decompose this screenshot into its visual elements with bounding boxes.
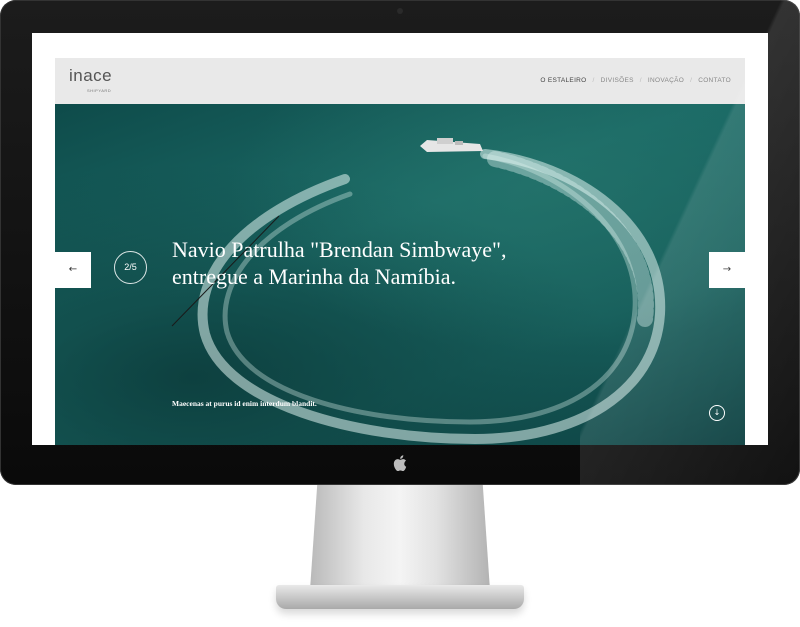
main-nav: O ESTALEIRO / DIVISÕES / INOVAÇÃO / CONT… [540,77,731,84]
slide-caption: Maecenas at purus id enim interdum bland… [172,399,317,408]
arrow-down-circle-icon: ↓ [713,408,721,417]
apple-logo-icon [391,455,409,473]
camera-dot [397,8,403,14]
monitor-bezel: inace SHIPYARD O ESTALEIRO / DIVISÕES / … [0,0,800,485]
site-header: inace SHIPYARD O ESTALEIRO / DIVISÕES / … [55,58,745,104]
slide-headline-line1: Navio Patrulha "Brendan Simbwaye", [172,237,507,262]
site-logo-subtitle: SHIPYARD [87,88,112,93]
nav-separator: / [592,77,595,84]
arrow-right-icon: → [722,264,732,275]
slide-headline-line2: entregue a Marinha da Namíbia. [172,264,457,289]
nav-separator: / [690,77,693,84]
nav-item-inovacao[interactable]: INOVAÇÃO [648,77,684,84]
slide-counter: 2/5 [114,251,147,284]
nav-item-o-estaleiro[interactable]: O ESTALEIRO [540,77,586,84]
hero-slider: 2/5 Navio Patrulha "Brendan Simbwaye", e… [55,104,745,445]
nav-item-divisoes[interactable]: DIVISÕES [601,77,634,84]
scroll-down-button[interactable]: ↓ [709,405,725,421]
monitor-stand-base [276,585,524,609]
monitor-mockup: inace SHIPYARD O ESTALEIRO / DIVISÕES / … [0,0,800,627]
next-slide-button[interactable]: → [709,252,745,288]
monitor-stand-neck [310,485,490,590]
site-logo[interactable]: inace [69,67,112,85]
prev-slide-button[interactable]: ← [55,252,91,288]
arrow-left-icon: ← [68,264,78,275]
nav-separator: / [639,77,642,84]
slide-headline: Navio Patrulha "Brendan Simbwaye", entre… [172,236,592,290]
screen: inace SHIPYARD O ESTALEIRO / DIVISÕES / … [32,33,768,445]
nav-item-contato[interactable]: CONTATO [698,77,731,84]
